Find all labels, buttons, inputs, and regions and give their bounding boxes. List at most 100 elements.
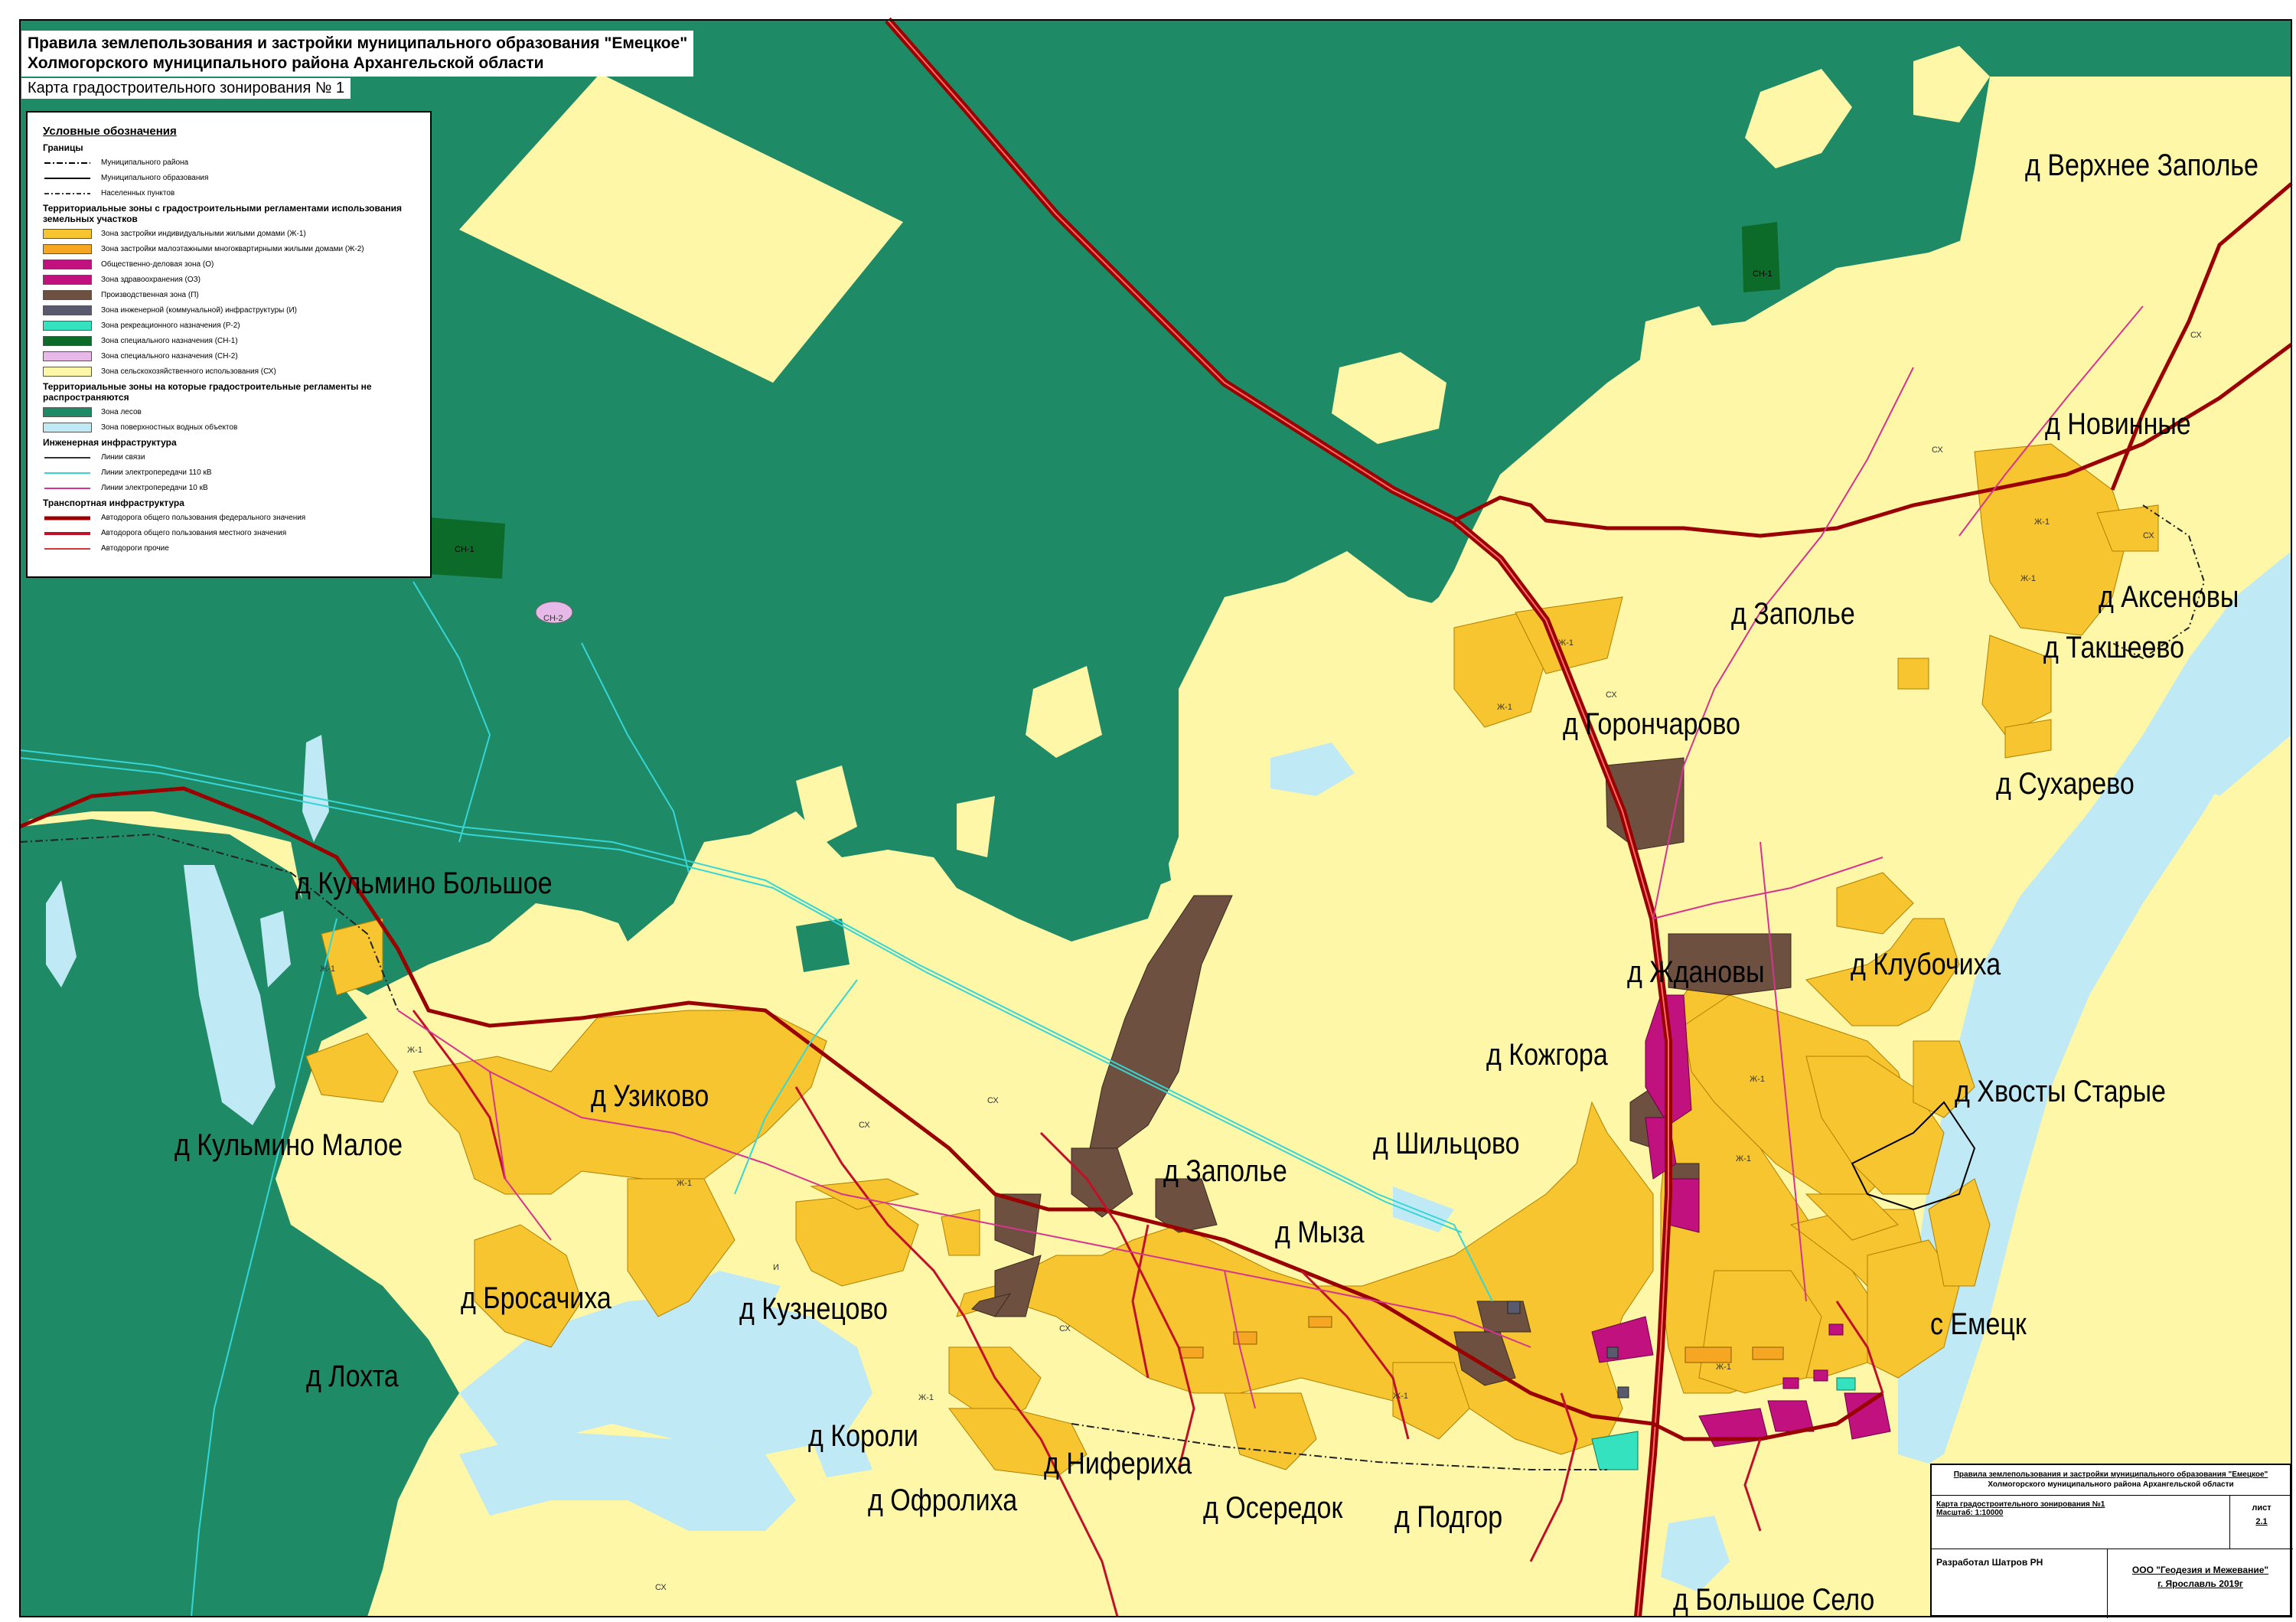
zone-code-zh1: Ж-1 — [1736, 1154, 1751, 1163]
legend-item: Общественно-деловая зона (О) — [43, 256, 415, 272]
zone-code-zh1: Ж-1 — [918, 1393, 934, 1402]
legend-heading: Условные обозначения — [43, 125, 177, 138]
place-label: д Кожгора — [1486, 1038, 1608, 1072]
zone-code-zh1: Ж-1 — [407, 1046, 422, 1055]
legend-line-symbol — [43, 543, 92, 553]
legend-swatch — [43, 351, 92, 361]
legend-swatch — [43, 422, 92, 432]
legend-swatch — [43, 289, 92, 300]
legend-item: Зона специального назначения (СН-2) — [43, 348, 415, 364]
place-label: д Новинные — [2045, 407, 2191, 441]
legend-transport-list: Автодорога общего пользования федерально… — [43, 510, 415, 556]
map-title-line1: Правила землепользования и застройки мун… — [28, 34, 688, 52]
legend-item: Автодорога общего пользования местного з… — [43, 525, 415, 540]
legend-line-symbol — [43, 528, 92, 538]
legend-nozones-title: Территориальные зоны на которые градостр… — [43, 381, 372, 403]
legend-item: Зона специального назначения (СН-1) — [43, 333, 415, 348]
place-label: д Бросачиха — [461, 1281, 612, 1315]
zone-code-sx: СХ — [2190, 331, 2202, 340]
title-block-sheet-label: лист — [2252, 1503, 2272, 1513]
zone-code-sx: СХ — [1059, 1324, 1071, 1333]
zone-code-zh1: Ж-1 — [2020, 574, 2036, 583]
title-block: Правила землепользования и застройки мун… — [1930, 1464, 2293, 1618]
legend-item-label: Зона застройки малоэтажными многоквартир… — [101, 244, 364, 253]
zone-code-zh1: Ж-1 — [677, 1179, 692, 1188]
legend-item: Линии электропередачи 10 кВ — [43, 480, 415, 495]
title-block-sheet-no: 2.1 — [2255, 1517, 2268, 1526]
map-title: Правила землепользования и застройки мун… — [21, 31, 694, 77]
legend-item: Линии электропередачи 110 кВ — [43, 465, 415, 480]
legend-item: Зона застройки индивидуальными жилыми до… — [43, 226, 415, 241]
zone-code-zh1: Ж-1 — [1393, 1392, 1408, 1401]
legend-item: Населенных пунктов — [43, 185, 415, 201]
place-label: д Кульмино Большое — [295, 866, 553, 900]
place-label: д Нифериха — [1044, 1447, 1192, 1480]
legend-item-label: Зона лесов — [101, 407, 142, 416]
legend-item-label: Автодорога общего пользования местного з… — [101, 528, 287, 537]
legend-eng-list: Линии связи Линии электропередачи 110 кВ Л… — [43, 449, 415, 495]
place-label: д Мыза — [1275, 1216, 1365, 1249]
place-label: д Кузнецово — [739, 1292, 888, 1326]
legend-swatch — [43, 228, 92, 239]
legend-swatch — [43, 335, 92, 346]
title-block-map-name: Карта градостроительного зонирования №1 — [1936, 1500, 2105, 1509]
zone-code-sn1: СН-1 — [1753, 269, 1773, 279]
legend-item: Зона здравоохранения (ОЗ) — [43, 272, 415, 287]
legend-item-label: Зона поверхностных водных объектов — [101, 423, 238, 432]
legend-line-symbol — [43, 173, 92, 183]
legend-item-label: Зона рекреационного назначения (Р-2) — [101, 321, 240, 330]
legend-eng-title: Инженерная инфраструктура — [43, 437, 177, 448]
place-label: д Верхнее Заполье — [2025, 148, 2258, 182]
place-label: д Горончарово — [1563, 707, 1740, 741]
zone-code-zh1: Ж-1 — [1497, 703, 1512, 712]
legend-transport-title: Транспортная инфраструктура — [43, 498, 184, 508]
legend-item-label: Зона специального назначения (СН-1) — [101, 336, 238, 345]
place-label: д Ждановы — [1627, 955, 1765, 989]
legend-line-symbol — [43, 513, 92, 523]
legend-swatch — [43, 406, 92, 417]
legend-swatch — [43, 320, 92, 331]
title-block-city-year: г. Ярославль 2019г — [2157, 1578, 2243, 1589]
legend-item: Зона рекреационного назначения (Р-2) — [43, 318, 415, 333]
legend-item-label: Линии связи — [101, 452, 145, 462]
map-title-line2: Холмогорского муниципального района Арха… — [28, 54, 544, 72]
title-block-author: Разработал Шатров РН — [1932, 1549, 2108, 1618]
place-label: д Шильцово — [1373, 1127, 1520, 1160]
place-label: д Аксеновы — [2099, 580, 2239, 614]
place-label: д Заполье — [1163, 1154, 1287, 1188]
zone-code-zh1: Ж-1 — [320, 964, 335, 974]
legend-swatch — [43, 243, 92, 254]
legend-item-label: Линии электропередачи 10 кВ — [101, 483, 208, 492]
title-block-title2: Холмогорского муниципального района Арха… — [1988, 1480, 2234, 1489]
place-label: д Заполье — [1731, 597, 1855, 631]
legend-item-label: Линии электропередачи 110 кВ — [101, 468, 212, 477]
title-block-org: ООО "Геодезия и Межевание" г. Ярославль … — [2108, 1549, 2293, 1618]
legend-item-label: Производственная зона (П) — [101, 290, 199, 299]
legend-item: Зона сельскохозяйственного использования… — [43, 364, 415, 379]
legend-line-symbol — [43, 452, 92, 462]
title-block-scale: Масштаб: 1:10000 — [1936, 1509, 2004, 1517]
legend-item-label: Автодорога общего пользования федерально… — [101, 513, 306, 522]
legend-item: Зона поверхностных водных объектов — [43, 419, 415, 435]
legend-item-label: Общественно-деловая зона (О) — [101, 259, 214, 269]
legend-zones-list: Зона застройки индивидуальными жилыми до… — [43, 226, 415, 379]
legend-item-label: Зона застройки индивидуальными жилыми до… — [101, 229, 306, 238]
place-label: д Подгор — [1394, 1500, 1503, 1534]
title-block-org-name: ООО "Геодезия и Межевание" — [2131, 1565, 2269, 1575]
legend-item: Муниципального образования — [43, 170, 415, 185]
legend-item: Зона лесов — [43, 404, 415, 419]
legend-line-symbol — [43, 468, 92, 478]
legend-item-label: Зона специального назначения (СН-2) — [101, 351, 238, 361]
legend-borders-list: Муниципального района Муниципального обра… — [43, 155, 415, 201]
legend-item: Муниципального района — [43, 155, 415, 170]
place-label: д Узиково — [591, 1079, 709, 1113]
zone-code-zh1: Ж-1 — [1558, 638, 1574, 648]
legend-swatch — [43, 366, 92, 377]
zone-code-zh1: Ж-1 — [1750, 1075, 1765, 1084]
legend-borders-title: Границы — [43, 142, 83, 153]
legend-swatch — [43, 259, 92, 269]
place-label: д Большое Село — [1673, 1583, 1875, 1617]
zone-code-sx: СХ — [1932, 445, 1943, 455]
zone-code-sx: СХ — [655, 1583, 667, 1592]
place-label: д Офролиха — [868, 1483, 1018, 1517]
